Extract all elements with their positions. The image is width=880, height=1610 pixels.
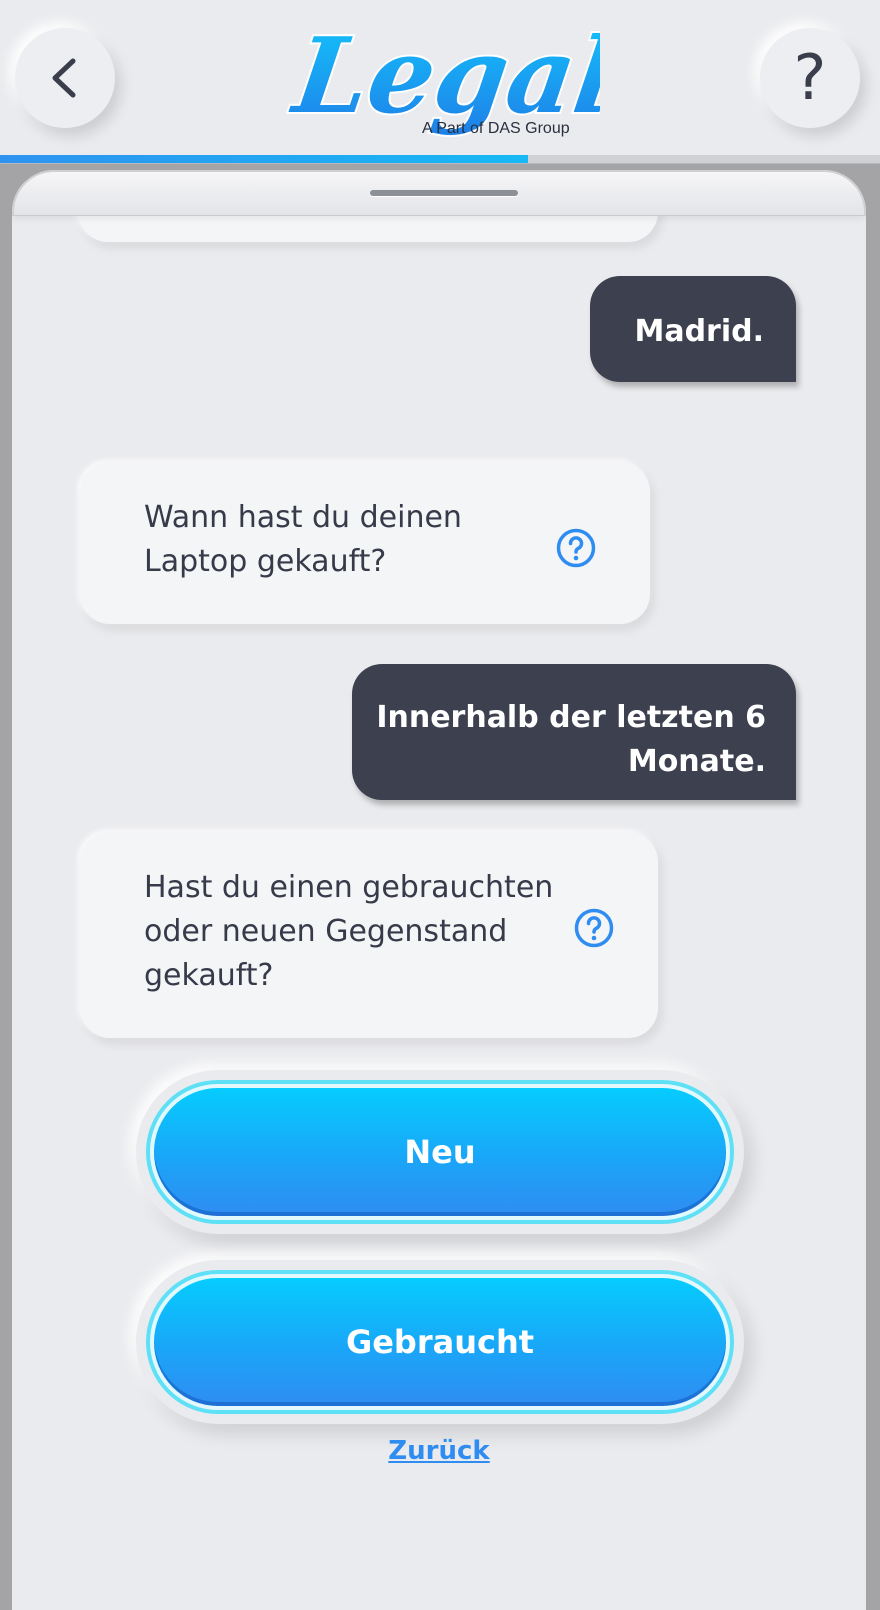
bot-message-text: Hast du einen gebrauchten oder neuen Geg… [144,870,554,993]
bot-message: Wann hast du deinen Laptop gekauft? [80,462,650,624]
progress-bar [0,155,880,164]
progress-fill [0,155,528,163]
answer-gebraucht-container: Gebraucht [136,1260,744,1424]
sheet-header [12,170,866,216]
help-button[interactable]: ? [760,28,860,128]
header: Legally A Part of DAS Group ? [0,0,880,164]
bot-message-text: Wann hast du deinen Laptop gekauft? [144,500,462,579]
answer-neu-container: Neu [136,1070,744,1234]
answer-button-neu[interactable]: Neu [146,1080,734,1224]
help-icon: ? [793,41,827,114]
app: Legally A Part of DAS Group ? Madrid. Wa… [0,0,880,1610]
user-message: Innerhalb der letzten 6 Monate. [352,664,796,800]
svg-text:Legally: Legally [284,14,600,136]
question-circle-icon[interactable] [574,908,614,948]
user-message: Madrid. [590,276,796,382]
back-button[interactable] [15,28,115,128]
chat-sheet: Madrid. Wann hast du deinen Laptop gekau… [12,170,866,1610]
answer-button-gebraucht[interactable]: Gebraucht [146,1270,734,1414]
back-link[interactable]: Zurück [12,1436,866,1466]
logo-subtitle: A Part of DAS Group [422,120,570,137]
chevron-left-icon [52,58,76,98]
drag-handle[interactable] [370,190,518,196]
bot-message: Hast du einen gebrauchten oder neuen Geg… [80,832,658,1038]
question-circle-icon[interactable] [556,528,596,568]
